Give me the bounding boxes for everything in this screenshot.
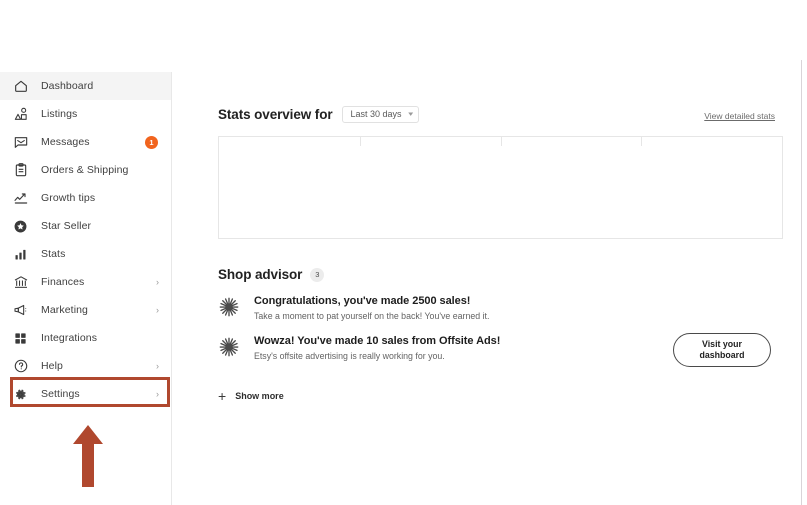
list-item[interactable]: Congratulations, you've made 2500 sales!… [218,295,801,321]
chevron-right-icon: › [156,388,159,399]
show-more-label: Show more [235,391,284,401]
gear-icon [12,386,29,403]
sidebar-item-finances[interactable]: Finances › [0,268,171,296]
bar-chart-icon [12,246,29,263]
bank-icon [12,274,29,291]
sidebar-item-label: Messages [41,136,90,148]
sidebar-item-messages[interactable]: Messages 1 [0,128,171,156]
dashboard-page: Dashboard Listings Messages 1 Orders & S… [0,0,807,505]
view-detailed-stats-link[interactable]: View detailed stats [704,111,775,121]
stats-overview-panel [218,136,783,239]
up-arrow-annotation [72,425,104,487]
advisor-item-title: Wowza! You've made 10 sales from Offsite… [254,335,501,347]
stats-cell[interactable] [219,137,360,238]
page-scrollbar[interactable] [801,60,802,505]
sidebar-item-label: Marketing [41,304,89,316]
stats-cell[interactable] [359,137,501,238]
stats-cell[interactable] [500,137,642,238]
sidebar-item-dashboard[interactable]: Dashboard [0,72,171,100]
visit-dashboard-line1: Visit your [702,339,742,349]
sidebar-item-stats[interactable]: Stats [0,240,171,268]
advisor-text: Congratulations, you've made 2500 sales!… [254,295,489,321]
advisor-item-subtitle: Etsy's offsite advertising is really wor… [254,351,445,361]
sidebar-item-label: Dashboard [41,80,94,92]
stats-overview-title: Stats overview for [218,106,333,122]
sidebar-item-label: Settings [41,388,80,400]
visit-dashboard-label: Visit your dashboard [700,339,745,361]
sidebar-item-label: Star Seller [41,220,92,232]
advisor-item-subtitle: Take a moment to pat yourself on the bac… [254,311,490,321]
sparkle-icon [218,336,240,358]
shop-advisor-count-badge: 3 [310,267,325,282]
megaphone-icon [12,302,29,319]
chevron-right-icon: › [156,360,159,371]
shop-advisor-list: Congratulations, you've made 2500 sales!… [218,295,801,367]
home-icon [12,78,29,95]
messages-unread-badge: 1 [145,135,158,149]
growth-tips-icon [12,190,29,207]
grid-icon [12,330,29,347]
advisor-text: Wowza! You've made 10 sales from Offsite… [254,335,500,361]
star-badge-icon [12,218,29,235]
visit-dashboard-line2: dashboard [699,350,745,360]
sidebar-item-label: Finances [41,276,85,288]
show-more-button[interactable]: + Show more [218,389,284,403]
sidebar-item-label: Orders & Shipping [41,164,129,176]
visit-your-dashboard-button[interactable]: Visit your dashboard [673,333,771,367]
sidebar-item-label: Integrations [41,332,98,344]
envelope-icon [12,134,29,151]
main-content: Stats overview for Last 30 days ▾ View d… [172,72,801,505]
advisor-item-title: Congratulations, you've made 2500 sales! [254,295,471,307]
chevron-right-icon: › [156,304,159,315]
listings-icon [12,106,29,123]
date-range-value: Last 30 days [350,108,402,119]
sidebar-item-help[interactable]: Help › [0,352,171,380]
plus-icon: + [218,388,227,404]
chevron-down-icon: ▾ [407,110,413,118]
chevron-right-icon: › [156,276,159,287]
sidebar-item-orders-shipping[interactable]: Orders & Shipping [0,156,171,184]
stats-cell[interactable] [641,137,782,238]
question-icon [12,358,29,375]
sidebar-item-label: Listings [41,108,78,120]
sidebar-item-label: Growth tips [41,192,96,204]
shop-advisor-header: Shop advisor 3 [218,267,801,282]
date-range-dropdown[interactable]: Last 30 days ▾ [341,105,420,123]
sidebar-item-settings[interactable]: Settings › [0,380,171,408]
sidebar-item-label: Help [41,360,63,372]
sparkle-icon [218,296,240,318]
sidebar-item-label: Stats [41,248,66,260]
sidebar-item-listings[interactable]: Listings [0,100,171,128]
sidebar-item-star-seller[interactable]: Star Seller [0,212,171,240]
clipboard-icon [12,162,29,179]
sidebar-item-marketing[interactable]: Marketing › [0,296,171,324]
sidebar-item-growth-tips[interactable]: Growth tips [0,184,171,212]
sidebar-item-integrations[interactable]: Integrations [0,324,171,352]
shop-advisor-title: Shop advisor [218,267,303,282]
